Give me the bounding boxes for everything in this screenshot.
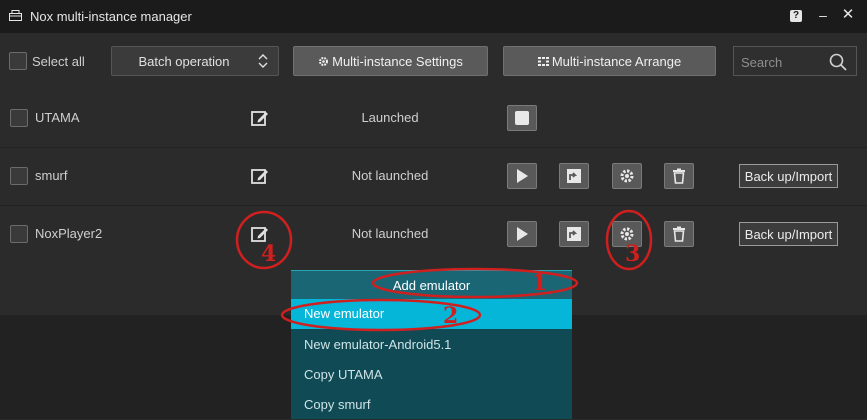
multi-instance-arrange-button[interactable]: Multi-instance Arrange [503,46,716,76]
arrange-label: Multi-instance Arrange [551,53,682,69]
gear-icon [319,56,329,66]
instance-name: UTAMA [35,110,80,125]
updown-chevron-icon [258,54,268,68]
menu-item-copy-utama[interactable]: Copy UTAMA [291,360,572,390]
annotation-number-4: 4 [261,241,277,267]
gear-icon [620,227,634,241]
instance-checkbox[interactable] [10,225,28,243]
annotation-number-3: 3 [625,241,641,267]
multi-instance-settings-button[interactable]: Multi-instance Settings [293,46,488,76]
instance-name: NoxPlayer2 [35,226,103,241]
app-icon [9,10,22,21]
instance-checkbox[interactable] [10,109,28,127]
play-button[interactable] [507,163,537,189]
play-button[interactable] [507,221,537,247]
edit-icon[interactable] [251,167,269,185]
stop-icon [515,111,529,125]
toolbar: Select all Batch operation Multi-instanc… [0,33,867,89]
window-title: Nox multi-instance manager [30,9,192,24]
grid-icon [537,56,549,66]
shortcut-icon [567,227,581,241]
delete-button[interactable] [664,221,694,247]
gear-icon [620,169,634,183]
instance-row: UTAMA Launched [0,89,867,148]
annotation-number-1: 1 [532,270,548,296]
annotation-number-2: 2 [443,303,459,329]
settings-label: Multi-instance Settings [332,53,463,69]
minimize-icon[interactable]: – [816,8,830,22]
delete-button[interactable] [664,163,694,189]
add-emulator-menu: Add emulator New emulator New emulator-A… [291,270,572,419]
menu-item-copy-smurf[interactable]: Copy smurf [291,390,572,420]
select-all-label: Select all [32,54,85,69]
backup-import-button[interactable]: Back up/Import [739,222,838,246]
shortcut-icon [567,169,581,183]
close-icon[interactable]: ✕ [841,7,855,22]
shortcut-button[interactable] [559,163,589,189]
instance-status: Not launched [351,168,429,183]
backup-import-button[interactable]: Back up/Import [739,164,838,188]
trash-icon [673,226,685,242]
shortcut-button[interactable] [559,221,589,247]
instance-row: NoxPlayer2 Not launched Back up/Import [0,205,867,264]
play-icon [517,169,528,183]
instance-status: Not launched [351,226,429,241]
batch-operation-select[interactable]: Batch operation [111,46,279,76]
instance-row: smurf Not launched Back up/Import [0,147,867,206]
menu-item-new-emulator[interactable]: New emulator [291,299,572,329]
stop-button[interactable] [507,105,537,131]
search-box [733,46,857,76]
search-icon[interactable] [828,52,848,72]
menu-item-new-emulator-android51[interactable]: New emulator-Android5.1 [291,330,572,360]
help-icon[interactable]: ? [790,10,802,22]
trash-icon [673,168,685,184]
add-emulator-button[interactable]: Add emulator [291,270,572,300]
instance-status: Launched [361,110,419,125]
search-input[interactable] [739,53,825,71]
batch-operation-label: Batch operation [138,53,230,69]
instance-name: smurf [35,168,68,183]
instance-checkbox[interactable] [10,167,28,185]
edit-icon[interactable] [251,109,269,127]
title-bar: Nox multi-instance manager ? – ✕ [0,0,867,33]
settings-button[interactable] [612,163,642,189]
play-icon [517,227,528,241]
select-all-checkbox[interactable] [9,52,27,70]
